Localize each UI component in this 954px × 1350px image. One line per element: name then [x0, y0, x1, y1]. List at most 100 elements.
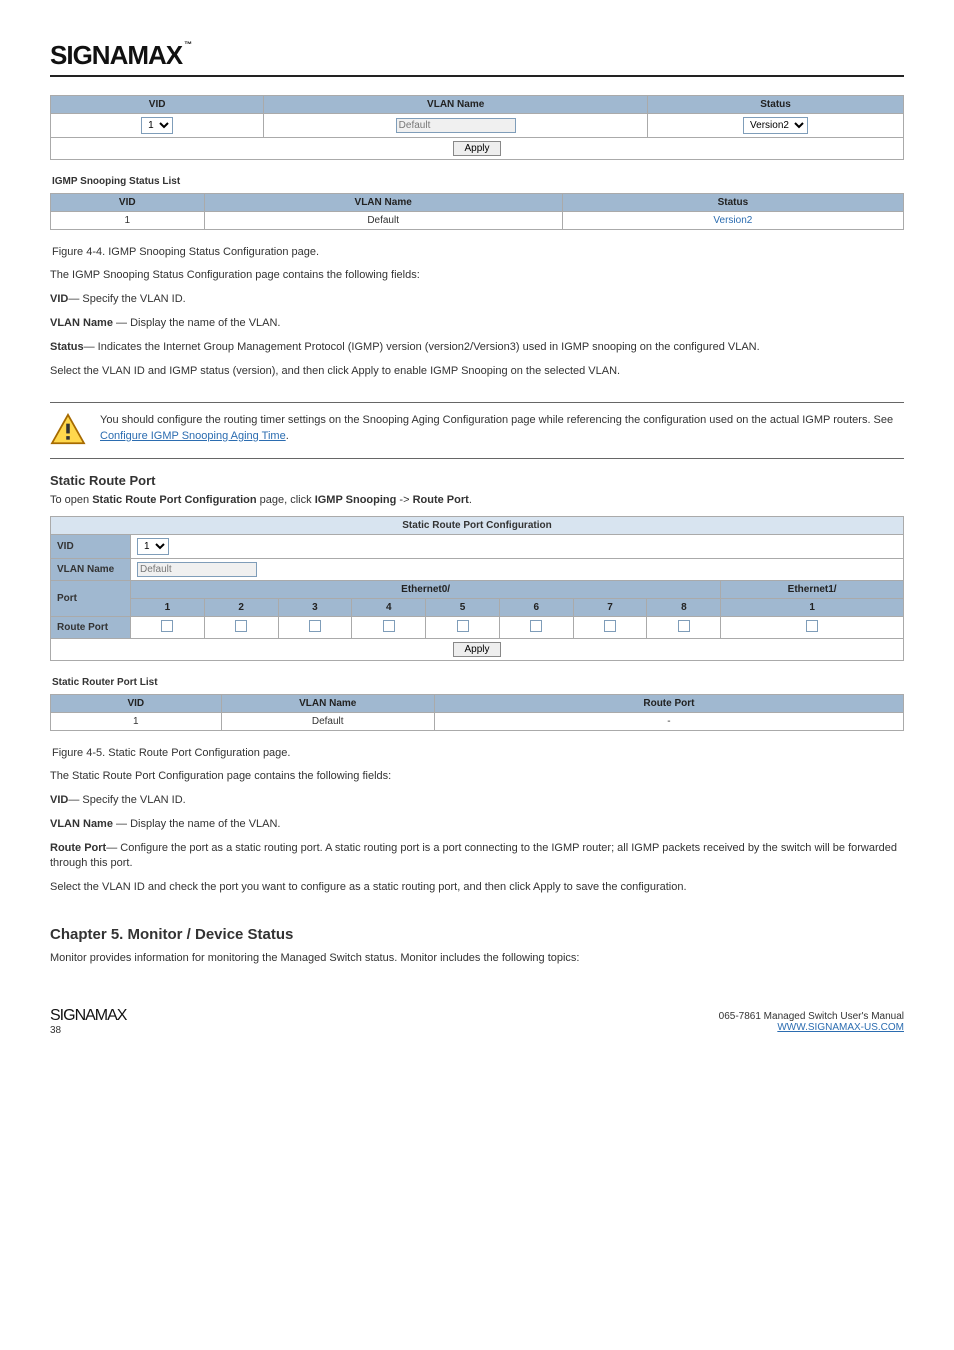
vid-label: VID — [51, 534, 131, 558]
status-item-2: VLAN Name — Display the name of the VLAN… — [50, 316, 904, 332]
route-port-chk-7 — [573, 616, 647, 638]
vid-value: 1 — [51, 712, 222, 730]
route-apply-button[interactable]: Apply — [453, 642, 500, 657]
port-num: 7 — [573, 598, 647, 616]
caution-text: You should configure the routing timer s… — [100, 413, 904, 445]
eth0-header: Ethernet0/ — [131, 580, 721, 598]
route-port-chk-3 — [278, 616, 352, 638]
port-num: 8 — [647, 598, 721, 616]
checkbox[interactable] — [806, 620, 818, 632]
igmp-status-list-table: VID VLAN Name Status 1 Default Version2 — [50, 193, 904, 230]
routeport-value: - — [434, 712, 903, 730]
checkbox[interactable] — [678, 620, 690, 632]
footer-right: 065-7861 Managed Switch User's Manual WW… — [719, 1011, 904, 1033]
route-port-chk-1 — [131, 616, 205, 638]
caution-bottom-rule — [50, 458, 904, 459]
route-item-3: Route Port— Configure the port as a stat… — [50, 841, 904, 873]
route-item-2: VLAN Name — Display the name of the VLAN… — [50, 817, 904, 833]
footer-url-link[interactable]: WWW.SIGNAMAX-US.COM — [777, 1022, 904, 1033]
status-intro: The IGMP Snooping Status Configuration p… — [50, 268, 904, 284]
caution-top-rule — [50, 402, 904, 403]
route-port-chk-5 — [426, 616, 500, 638]
port-num: 2 — [204, 598, 278, 616]
caution-link[interactable]: Configure IGMP Snooping Aging Time — [100, 430, 286, 442]
route-vlan-name-input — [137, 562, 257, 577]
col-vid: VID — [51, 194, 205, 212]
checkbox[interactable] — [309, 620, 321, 632]
figure-4-5-caption: Figure 4-5. Static Route Port Configurat… — [52, 747, 904, 759]
doc-title: 065-7861 Managed Switch User's Manual — [719, 1011, 904, 1022]
route-item-1: VID— Specify the VLAN ID. — [50, 793, 904, 809]
route-outro: Select the VLAN ID and check the port yo… — [50, 880, 904, 896]
router-port-list-title: Static Router Port List — [52, 677, 904, 688]
port-num: 5 — [426, 598, 500, 616]
port-num: 4 — [352, 598, 426, 616]
checkbox[interactable] — [161, 620, 173, 632]
port-num: 3 — [278, 598, 352, 616]
checkbox[interactable] — [530, 620, 542, 632]
col-vlan-name: VLAN Name — [221, 694, 434, 712]
col-vid: VID — [51, 96, 264, 114]
port-num: 1 — [721, 598, 904, 616]
vid-cell: 1 — [131, 534, 904, 558]
route-port-chk-e1-1 — [721, 616, 904, 638]
route-port-chk-4 — [352, 616, 426, 638]
col-vid: VID — [51, 694, 222, 712]
apply-row: Apply — [51, 138, 904, 160]
chapter-5-head: Chapter 5. Monitor / Device Status — [50, 926, 904, 943]
status-item-3: Status— Indicates the Internet Group Man… — [50, 340, 904, 356]
checkbox[interactable] — [383, 620, 395, 632]
eth1-header: Ethernet1/ — [721, 580, 904, 598]
vid-value: 1 — [51, 212, 205, 230]
vlan-name-cell — [131, 558, 904, 580]
vlan-status-config-table: VID VLAN Name Status 1 Version2 Apply — [50, 95, 904, 160]
vlan-name-value: Default — [221, 712, 434, 730]
vid-cell: 1 — [51, 114, 264, 138]
route-intro: The Static Route Port Configuration page… — [50, 769, 904, 785]
static-route-port-title: Static Route Port — [50, 473, 904, 488]
figure-4-4-caption: Figure 4-4. IGMP Snooping Status Configu… — [52, 246, 904, 258]
panel-title: Static Route Port Configuration — [51, 516, 904, 534]
vlan-name-cell — [264, 114, 648, 138]
chapter-5-para: Monitor provides information for monitor… — [50, 951, 904, 967]
vlan-name-label: VLAN Name — [51, 558, 131, 580]
port-label: Port — [51, 580, 131, 616]
status-value: Version2 — [562, 212, 903, 230]
col-vlan-name: VLAN Name — [204, 194, 562, 212]
caution-block: You should configure the routing timer s… — [50, 413, 904, 448]
checkbox[interactable] — [604, 620, 616, 632]
status-item-1: VID— Specify the VLAN ID. — [50, 292, 904, 308]
logo: SIGNAMAX™ — [50, 40, 904, 71]
col-status: Status — [648, 96, 904, 114]
vid-select[interactable]: 1 — [141, 117, 173, 134]
footer-left: SIGNAMAX 38 — [50, 1007, 126, 1036]
route-port-config-table: Static Route Port Configuration VID 1 VL… — [50, 516, 904, 661]
route-port-chk-8 — [647, 616, 721, 638]
status-select[interactable]: Version2 — [743, 117, 808, 134]
header-rule — [50, 75, 904, 77]
status-cell: Version2 — [648, 114, 904, 138]
apply-button[interactable]: Apply — [453, 141, 500, 156]
vlan-name-value: Default — [204, 212, 562, 230]
col-routeport: Route Port — [434, 694, 903, 712]
checkbox[interactable] — [235, 620, 247, 632]
checkbox[interactable] — [457, 620, 469, 632]
table-row: 1 Default Version2 — [51, 212, 904, 230]
table-row: 1 Default - — [51, 712, 904, 730]
route-port-label: Route Port — [51, 616, 131, 638]
page-number: 38 — [50, 1025, 61, 1036]
route-port-nav: To open Static Route Port Configuration … — [50, 494, 904, 506]
port-num: 1 — [131, 598, 205, 616]
route-port-chk-6 — [499, 616, 573, 638]
status-outro: Select the VLAN ID and IGMP status (vers… — [50, 364, 904, 380]
route-vid-select[interactable]: 1 — [137, 538, 169, 555]
col-vlan-name: VLAN Name — [264, 96, 648, 114]
apply-row: Apply — [51, 638, 904, 660]
route-port-chk-2 — [204, 616, 278, 638]
col-status: Status — [562, 194, 903, 212]
page-footer: SIGNAMAX 38 065-7861 Managed Switch User… — [50, 1007, 904, 1036]
caution-icon — [50, 413, 86, 448]
igmp-status-list-title: IGMP Snooping Status List — [52, 176, 904, 187]
port-num: 6 — [499, 598, 573, 616]
vlan-name-input — [396, 118, 516, 133]
